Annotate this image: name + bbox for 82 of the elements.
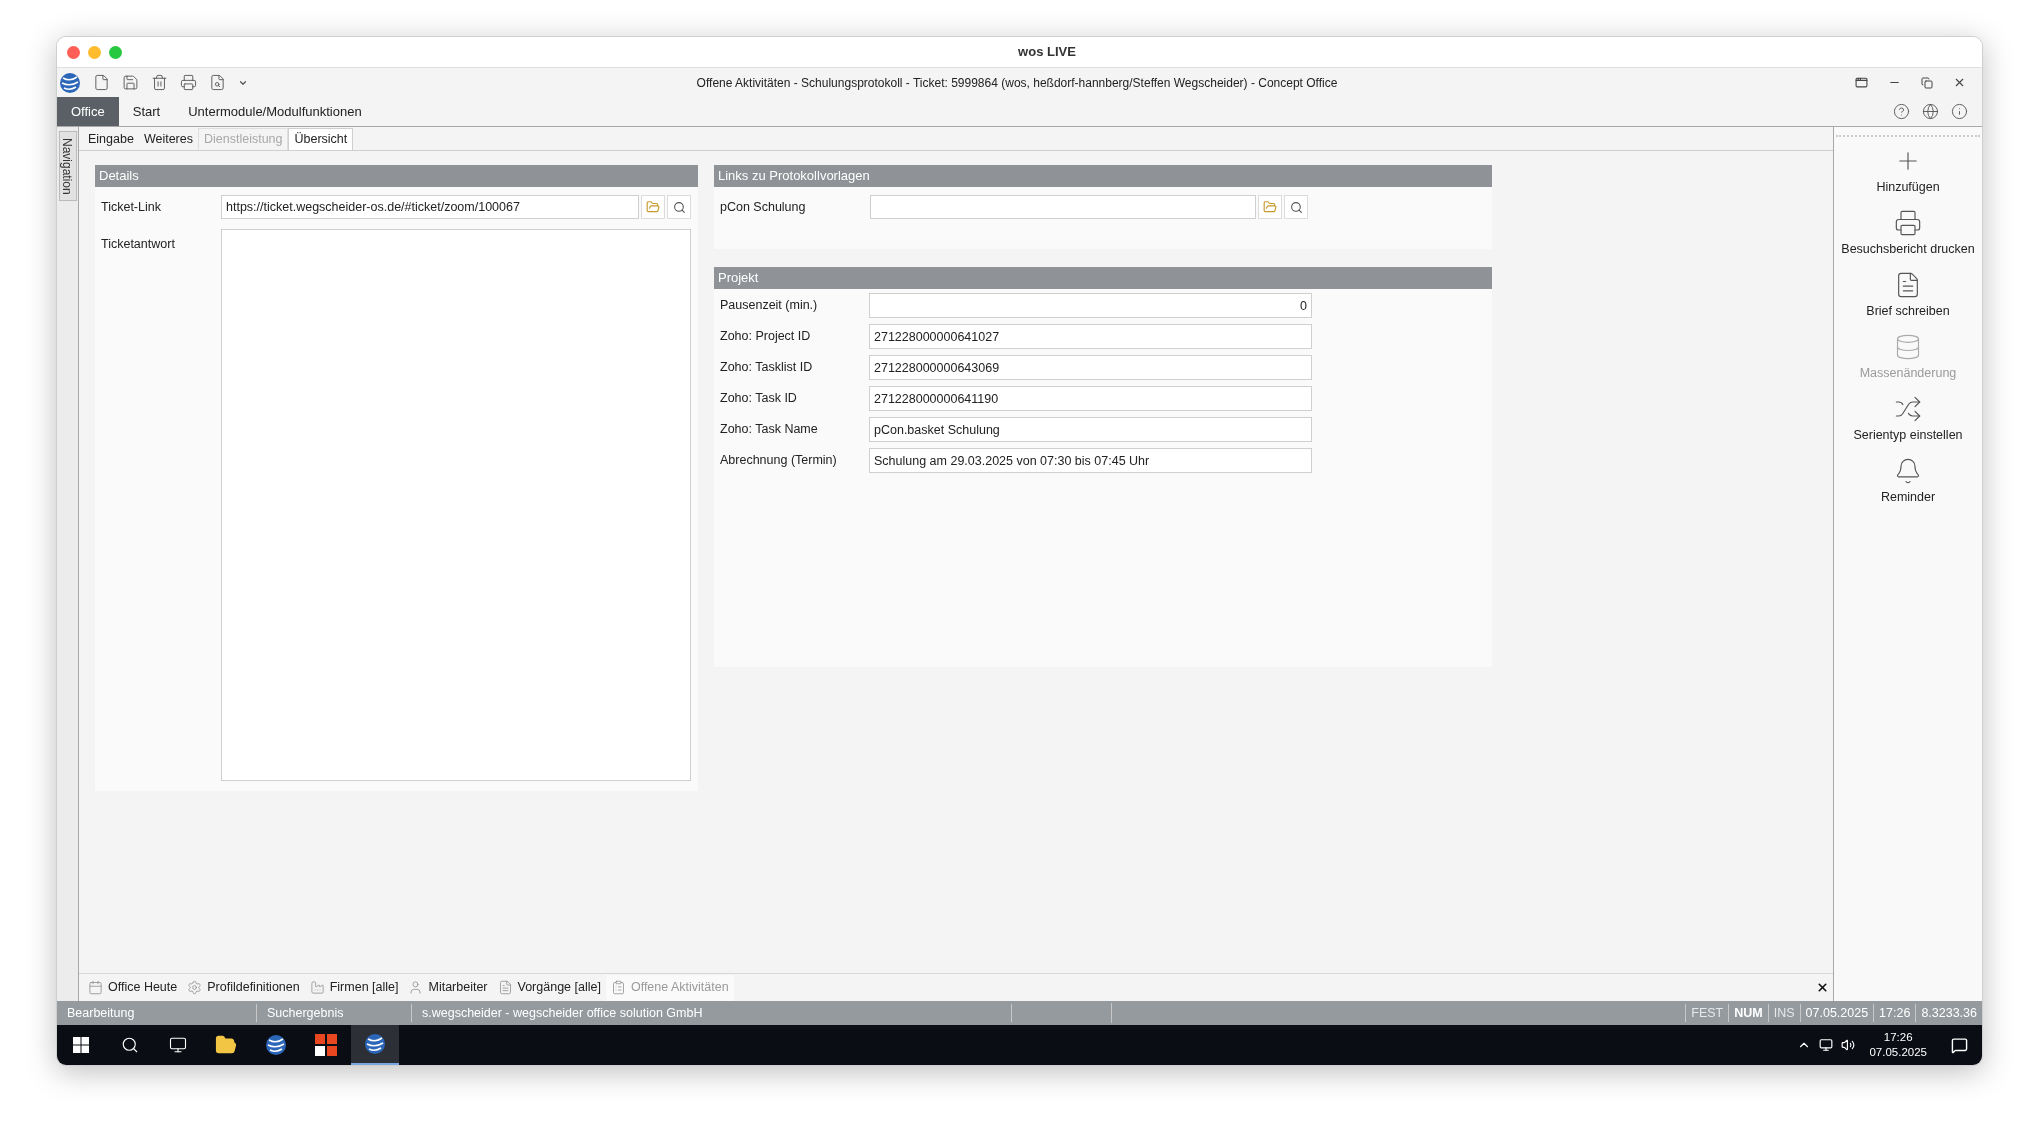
text-field[interactable]: pCon.basket Schulung: [869, 417, 1312, 442]
lookup-field[interactable]: https://ticket.wegscheider-os.de/#ticket/zoom/100067: [221, 195, 639, 219]
sub-tab[interactable]: Eingabe: [83, 128, 139, 150]
panel-header: Details: [95, 165, 698, 187]
volume-icon[interactable]: [1841, 1038, 1856, 1052]
status-indicator: FEST: [1685, 1003, 1729, 1023]
navigation-tab[interactable]: Navigation: [58, 131, 77, 201]
trash-icon[interactable]: [151, 74, 168, 91]
text-field[interactable]: Schulung am 29.03.2025 von 07:30 bis 07:45 Uhr: [869, 448, 1312, 473]
open-folder-button[interactable]: [1258, 195, 1282, 219]
printer-icon[interactable]: [1894, 209, 1922, 237]
text-field[interactable]: 0: [869, 293, 1312, 318]
status-date: 07.05.2025: [1799, 1003, 1874, 1023]
ribbon-tab[interactable]: Untermodule/Modulfunktionen: [174, 97, 376, 126]
ribbon-tab[interactable]: Start: [118, 97, 175, 126]
status-cell: Bearbeitung: [57, 1003, 257, 1023]
window-icon[interactable]: [1855, 76, 1868, 89]
action-button[interactable]: Brief schreiben: [1835, 271, 1981, 333]
start-icon[interactable]: [73, 1037, 89, 1053]
restore-icon[interactable]: [1921, 76, 1933, 89]
document-tab[interactable]: Vorgänge [alle]: [492, 974, 606, 1001]
field-label: Zoho: Tasklist ID: [720, 359, 814, 377]
document-tab[interactable]: Office Heute: [83, 974, 183, 1001]
action-button[interactable]: Hinzufügen: [1835, 147, 1981, 209]
field-label: Abrechnung (Termin): [720, 452, 838, 470]
print-preview-icon[interactable]: [209, 74, 226, 91]
bell-icon[interactable]: [1894, 457, 1922, 485]
clock-time: 17:26: [1883, 1030, 1913, 1045]
close-icon[interactable]: [1953, 76, 1966, 89]
field-label: Ticketantwort: [101, 236, 176, 253]
status-indicator: NUM: [1728, 1003, 1768, 1023]
field-label: Zoho: Task ID: [720, 390, 798, 408]
info-icon[interactable]: [1951, 103, 1968, 120]
clipboard-icon[interactable]: [610, 980, 626, 995]
status-indicator: INS: [1767, 1003, 1800, 1023]
action-button[interactable]: Reminder: [1835, 457, 1981, 519]
close-icon[interactable]: [1816, 981, 1829, 994]
new-file-icon[interactable]: [93, 74, 110, 91]
search-icon[interactable]: [1289, 200, 1303, 214]
text-field[interactable]: 271228000000641190: [869, 386, 1312, 411]
shuffle-icon[interactable]: [1894, 395, 1922, 423]
field-label: Zoho: Project ID: [720, 328, 812, 346]
status-version: 8.3233.36: [1915, 1003, 1982, 1023]
globe-icon[interactable]: [1922, 103, 1939, 120]
status-time: 17:26: [1873, 1003, 1916, 1023]
document-title: Offene Aktivitäten - Schulungsprotokoll - Ticket: 5999864 (wos, heßdorf-hannberg/Steffen Wegscheider) - Concept Office: [696, 74, 1338, 92]
document-tab[interactable]: Firmen [alle]: [304, 974, 404, 1001]
field-label: Zoho: Task Name: [720, 421, 819, 439]
search-icon[interactable]: [121, 1036, 139, 1054]
open-folder-button[interactable]: [641, 195, 665, 219]
globe-app-icon[interactable]: [265, 1034, 287, 1056]
document-tab[interactable]: Profildefinitionen: [182, 974, 305, 1001]
search-button[interactable]: [667, 195, 691, 219]
sub-tab[interactable]: Übersicht: [288, 128, 354, 150]
action-button[interactable]: Besuchsbericht drucken: [1835, 209, 1981, 271]
notification-icon[interactable]: [1951, 1036, 1968, 1054]
search-button[interactable]: [1284, 195, 1308, 219]
document-tab[interactable]: Mitarbeiter: [403, 974, 493, 1001]
status-cell: s.wegscheider - wegscheider office solution GmbH: [412, 1003, 1012, 1023]
action-button[interactable]: Serientyp einstellen: [1835, 395, 1981, 457]
status-cell: Suchergebnis: [257, 1003, 412, 1023]
panel-header: Links zu Protokollvorlagen: [714, 165, 1492, 187]
search-icon[interactable]: [672, 200, 686, 214]
field-label: Pausenzeit (min.): [720, 297, 819, 315]
help-icon[interactable]: [1893, 103, 1910, 120]
panel-header: Projekt: [714, 267, 1492, 289]
save-icon[interactable]: [122, 74, 139, 91]
folder-icon[interactable]: [215, 1034, 237, 1056]
printer-icon[interactable]: [180, 74, 197, 91]
clock-date: 07.05.2025: [1869, 1045, 1927, 1060]
tiles-app-icon[interactable]: [315, 1034, 337, 1056]
active-app-tile[interactable]: [351, 1025, 399, 1065]
app-logo-icon[interactable]: [59, 71, 81, 94]
ribbon-tab[interactable]: Office: [57, 97, 119, 126]
text-field[interactable]: 271228000000641027: [869, 324, 1312, 349]
window-title: wos LIVE: [1018, 43, 1076, 62]
field-label: pCon Schulung: [720, 198, 807, 216]
lookup-field[interactable]: [870, 195, 1256, 219]
globe-app-icon[interactable]: [364, 1033, 386, 1055]
field-label: Ticket-Link: [101, 198, 162, 216]
text-field[interactable]: 271228000000643069: [869, 355, 1312, 380]
sub-tab[interactable]: Weiteres: [138, 128, 198, 150]
